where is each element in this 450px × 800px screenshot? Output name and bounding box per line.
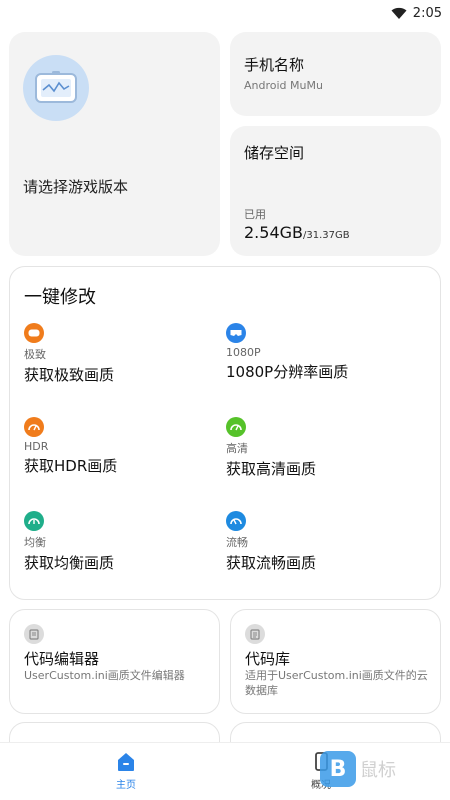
quality-item-ultimate[interactable]: 极致 获取极致画质 xyxy=(24,323,214,385)
quality-tag: 极致 xyxy=(24,348,46,361)
speed-icon xyxy=(226,417,246,437)
home-icon xyxy=(118,753,134,771)
quality-item-1080p[interactable]: 1080P 1080P分辨率画质 xyxy=(226,323,416,382)
storage-total: /31.37GB xyxy=(303,230,350,241)
watermark-text: 鼠标 xyxy=(360,760,396,781)
controller-icon xyxy=(24,323,44,343)
nav-home[interactable]: 主页 xyxy=(96,751,156,791)
speed-icon xyxy=(24,511,44,531)
phone-name-value: Android MuMu xyxy=(244,79,323,92)
quality-tag: 流畅 xyxy=(226,536,248,549)
quality-title: 获取流畅画质 xyxy=(226,554,317,572)
storage-title: 储存空间 xyxy=(244,144,305,162)
quality-item-hd[interactable]: 高清 获取高清画质 xyxy=(226,417,416,479)
speed-icon xyxy=(24,417,44,437)
quality-tag: 1080P xyxy=(226,346,261,359)
quality-title: 获取均衡画质 xyxy=(24,554,115,572)
quality-tag: 高清 xyxy=(226,442,248,455)
quality-title: 获取高清画质 xyxy=(226,460,317,478)
database-icon xyxy=(245,624,265,644)
quality-tag: 均衡 xyxy=(24,536,46,549)
speed-icon xyxy=(226,511,246,531)
watermark-logo: B 鼠标 xyxy=(320,751,396,787)
document-icon xyxy=(24,624,44,644)
nav-home-label: 主页 xyxy=(116,780,136,791)
quality-item-smooth[interactable]: 流畅 获取流畅画质 xyxy=(226,511,416,573)
code-library-desc: 适用于UserCustom.ini画质文件的云数据库 xyxy=(245,669,428,697)
storage-value: 2.54GB/31.37GB xyxy=(244,223,350,242)
choose-version-label: 请选择游戏版本 xyxy=(23,178,129,196)
quality-tag: HDR xyxy=(24,440,49,453)
quality-item-balanced[interactable]: 均衡 获取均衡画质 xyxy=(24,511,214,573)
quality-title: 1080P分辨率画质 xyxy=(226,363,349,381)
code-editor-title: 代码编辑器 xyxy=(24,650,100,668)
quality-title: 获取HDR画质 xyxy=(24,457,118,475)
storage-used-label: 已用 xyxy=(244,208,266,221)
b-logo-icon: B xyxy=(320,751,356,787)
quality-item-hdr[interactable]: HDR 获取HDR画质 xyxy=(24,417,214,476)
code-editor-desc: UserCustom.ini画质文件编辑器 xyxy=(24,669,185,682)
quick-modify-title: 一键修改 xyxy=(24,287,96,308)
vr-icon xyxy=(226,323,246,343)
bottom-nav: 主页 概况 B 鼠标 xyxy=(0,742,450,800)
storage-card: 储存空间 已用 2.54GB/31.37GB xyxy=(230,126,441,256)
status-bar: 2:05 xyxy=(0,0,450,26)
status-time: 2:05 xyxy=(412,5,442,21)
quick-modify-card: 一键修改 极致 获取极致画质 1080P 1080P分辨率画质 HDR 获取HD… xyxy=(9,266,441,600)
storage-used: 2.54GB xyxy=(244,223,303,242)
wifi-icon xyxy=(391,7,407,19)
quality-title: 获取极致画质 xyxy=(24,366,115,384)
tablet-chart-icon xyxy=(23,55,89,121)
game-version-card[interactable]: 请选择游戏版本 xyxy=(9,32,220,256)
code-library-title: 代码库 xyxy=(245,650,291,668)
phone-name-title: 手机名称 xyxy=(244,56,305,74)
code-editor-card[interactable]: 代码编辑器 UserCustom.ini画质文件编辑器 xyxy=(9,609,220,714)
phone-name-card: 手机名称 Android MuMu xyxy=(230,32,441,116)
code-library-card[interactable]: 代码库 适用于UserCustom.ini画质文件的云数据库 xyxy=(230,609,441,714)
